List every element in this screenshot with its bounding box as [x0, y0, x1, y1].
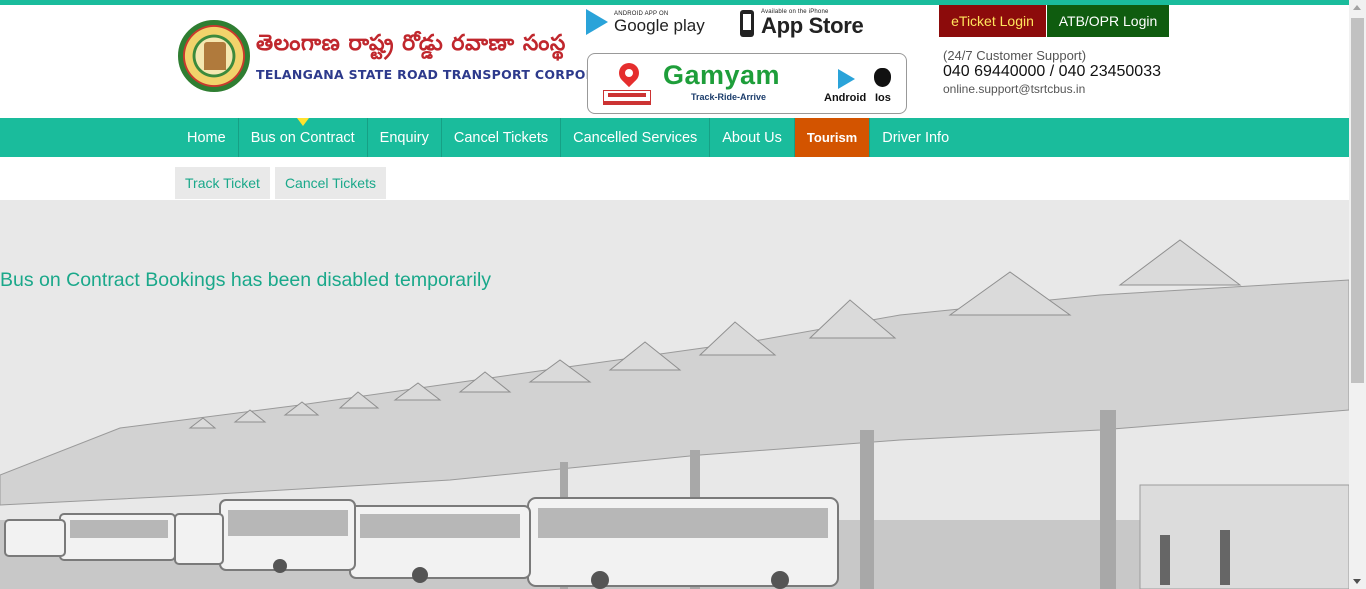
iphone-icon — [740, 10, 754, 37]
customer-support-label: (24/7 Customer Support) — [943, 48, 1087, 63]
logo-text: తెలంగాణ రాష్ట్ర రోడ్డు రవాణా సంస్థ TELAN… — [256, 31, 640, 82]
subtab-track-ticket[interactable]: Track Ticket — [175, 167, 270, 199]
active-indicator-arrow — [296, 118, 309, 126]
nav-item-label: Bus on Contract — [250, 129, 355, 146]
nav-item-cancel-tickets[interactable]: Cancel Tickets — [442, 118, 562, 157]
tsrtc-logo[interactable]: తెలంగాణ రాష్ట్ర రోడ్డు రవాణా సంస్థ TELAN… — [178, 20, 640, 92]
bus-icon — [603, 90, 651, 105]
main-navbar: Home Bus on Contract Enquiry Cancel Tick… — [0, 118, 1349, 157]
tsrtc-emblem-icon — [178, 20, 250, 92]
location-pin-icon — [614, 58, 644, 88]
app-store-big-text: App Store — [761, 13, 864, 38]
apple-icon — [874, 68, 891, 87]
nav-item-driver-info[interactable]: Driver Info — [870, 118, 961, 157]
customer-support-phone: 040 69440000 / 040 23450033 — [943, 63, 1161, 80]
logo-telugu-text: తెలంగాణ రాష్ట్ర రోడ్డు రవాణా సంస్థ — [256, 30, 566, 56]
nav-item-about-us[interactable]: About Us — [710, 118, 795, 157]
nav-item-home[interactable]: Home — [175, 118, 239, 157]
gamyam-title: Gamyam — [663, 60, 781, 90]
google-play-text: ANDROID APP ON Google play — [614, 11, 705, 34]
android-label: Android — [824, 92, 867, 104]
bus-station-illustration — [0, 200, 1349, 589]
app-store-text: Available on the iPhone App Store — [761, 9, 864, 38]
nav-item-bus-on-contract[interactable]: Bus on Contract — [239, 118, 368, 157]
nav-item-tourism[interactable]: Tourism — [794, 118, 871, 157]
play-store-icon — [838, 69, 855, 89]
atb-opr-login-button[interactable]: ATB/OPR Login — [1047, 5, 1169, 37]
google-play-badge[interactable]: ANDROID APP ON Google play — [586, 9, 705, 35]
app-store-badge[interactable]: Available on the iPhone App Store — [740, 9, 864, 38]
ios-label: Ios — [875, 92, 891, 104]
google-play-icon — [586, 9, 608, 35]
vertical-scrollbar[interactable] — [1349, 0, 1366, 589]
scroll-down-arrow-icon[interactable] — [1353, 579, 1361, 584]
google-play-big-text: Google play — [614, 15, 705, 35]
scroll-thumb[interactable] — [1351, 18, 1364, 383]
nav-list: Home Bus on Contract Enquiry Cancel Tick… — [175, 118, 961, 157]
scroll-up-arrow-icon[interactable] — [1353, 5, 1361, 10]
customer-support-email[interactable]: online.support@tsrtcbus.in — [943, 82, 1085, 96]
subtab-cancel-tickets[interactable]: Cancel Tickets — [274, 167, 386, 199]
nav-item-cancelled-services[interactable]: Cancelled Services — [561, 118, 711, 157]
eticket-login-button[interactable]: eTicket Login — [939, 5, 1046, 37]
logo-english-text: TELANGANA STATE ROAD TRANSPORT CORPORATI… — [256, 66, 641, 82]
nav-item-enquiry[interactable]: Enquiry — [368, 118, 442, 157]
gamyam-tagline: Track-Ride-Arrive — [691, 92, 767, 102]
bookings-disabled-message: Bus on Contract Bookings has been disabl… — [0, 269, 492, 291]
sub-navigation: Track Ticket Cancel Tickets — [175, 167, 386, 199]
gamyam-app-banner[interactable]: Gamyam Track-Ride-Arrive Android Ios — [587, 53, 907, 114]
bus-station-hero-image: Bus on Contract Bookings has been disabl… — [0, 200, 1349, 589]
